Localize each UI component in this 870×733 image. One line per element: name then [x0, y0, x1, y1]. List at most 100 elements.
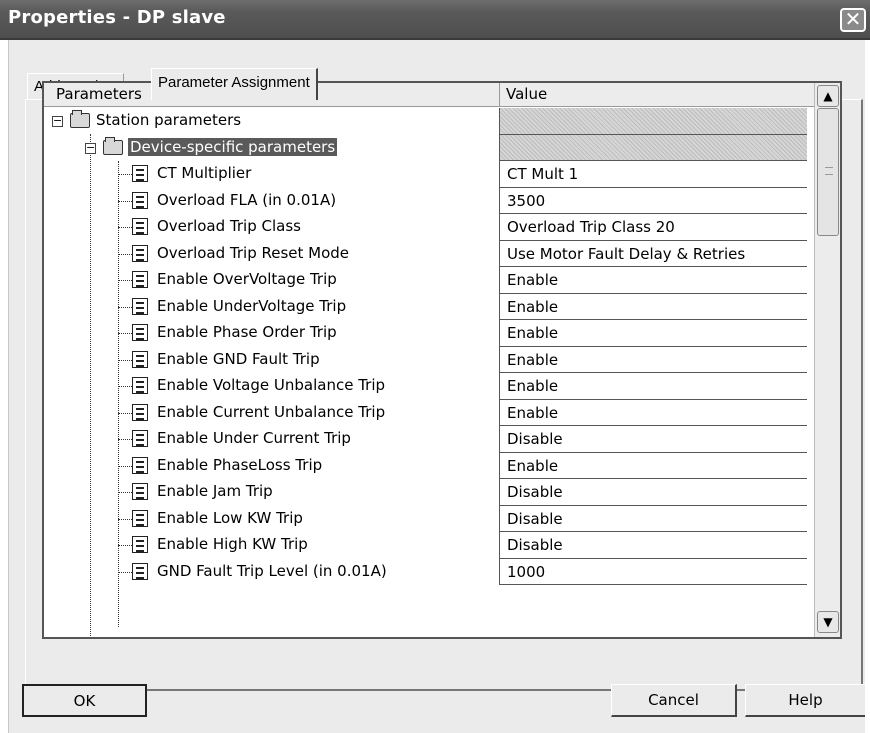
tree-connector	[118, 571, 132, 573]
tree-connector	[118, 253, 132, 255]
parameter-row[interactable]: Enable High KW Trip Disable	[44, 532, 814, 559]
parameter-icon	[132, 377, 148, 394]
parameter-value[interactable]: Overload Trip Class 20	[499, 214, 807, 241]
parameter-value[interactable]: Enable	[499, 346, 807, 373]
parameter-row[interactable]: Enable Current Unbalance Trip Enable	[44, 399, 814, 426]
parameter-row[interactable]: Enable Under Current Trip Disable	[44, 426, 814, 453]
parameter-icon	[132, 403, 148, 421]
vertical-scrollbar[interactable]: ▲ ▼	[814, 83, 840, 637]
parameter-value[interactable]: 3500	[499, 187, 807, 214]
folder-icon	[70, 110, 90, 128]
column-header-parameters[interactable]: Parameters	[56, 85, 142, 103]
parameter-row[interactable]: GND Fault Trip Level (in 0.01A) 1000	[44, 558, 814, 585]
parameter-icon	[132, 350, 148, 368]
parameter-row[interactable]: Enable GND Fault Trip Enable	[44, 346, 814, 373]
parameter-value[interactable]: Disable	[499, 479, 807, 506]
folder-icon	[103, 136, 123, 155]
parameter-icon	[132, 456, 148, 474]
column-header-value[interactable]: Value	[506, 85, 547, 103]
value-cell	[499, 108, 807, 135]
parameter-row[interactable]: Enable Phase Order Trip Enable	[44, 320, 814, 347]
parameter-label: Overload Trip Reset Mode	[157, 243, 350, 262]
parameter-value[interactable]: Disable	[499, 505, 807, 532]
parameter-label: Overload Trip Class	[157, 217, 301, 235]
parameter-row[interactable]: Enable Low KW Trip Disable	[44, 505, 814, 532]
parameter-row[interactable]: Overload FLA (in 0.01A) 3500	[44, 187, 814, 214]
parameter-row[interactable]: CT Multiplier CT Mult 1	[44, 161, 814, 188]
tree-connector	[118, 545, 132, 546]
parameter-label: CT Multiplier	[157, 164, 252, 182]
parameter-icon	[132, 483, 148, 500]
parameter-value[interactable]: Disable	[499, 426, 807, 453]
parameter-row[interactable]: Enable UnderVoltage Trip Enable	[44, 293, 814, 320]
tree-connector	[118, 412, 132, 414]
parameter-row[interactable]: Enable OverVoltage Trip Enable	[44, 267, 814, 294]
tree-connector	[118, 518, 132, 520]
parameter-value[interactable]: Enable	[499, 399, 807, 426]
grip-icon	[825, 167, 833, 175]
parameter-row[interactable]: Enable Voltage Unbalance Trip Enable	[44, 373, 814, 400]
column-divider[interactable]	[499, 83, 500, 107]
tab-parameter-assignment[interactable]: Parameter Assignment	[151, 68, 318, 100]
parameter-value[interactable]: Enable	[499, 452, 807, 479]
tree-connector	[118, 200, 132, 202]
tree-connector	[118, 465, 132, 467]
parameter-value[interactable]: 1000	[499, 558, 807, 585]
ok-button[interactable]: OK	[22, 684, 147, 717]
parameter-label: Overload FLA (in 0.01A)	[157, 190, 337, 209]
scroll-down-icon[interactable]: ▼	[817, 611, 839, 633]
parameter-icon	[132, 165, 148, 182]
parameter-row[interactable]: Overload Trip Reset Mode Use Motor Fault…	[44, 240, 814, 267]
parameter-value[interactable]: Enable	[499, 293, 807, 320]
parameter-label: Enable High KW Trip	[157, 535, 308, 553]
parameter-label: Enable Low KW Trip	[157, 508, 303, 527]
parameter-icon	[132, 218, 148, 235]
tree-row-label: Station parameters	[96, 111, 242, 129]
tree-connector	[118, 359, 132, 361]
tree-connector	[118, 386, 132, 387]
scroll-up-icon[interactable]: ▲	[817, 85, 839, 107]
tree-connector	[118, 333, 132, 334]
parameter-label: Enable Voltage Unbalance Trip	[157, 376, 386, 394]
parameter-row[interactable]: Enable PhaseLoss Trip Enable	[44, 452, 814, 479]
parameter-value[interactable]: Use Motor Fault Delay & Retries	[499, 240, 807, 267]
tree-row-station-parameters[interactable]: − Station parameters	[44, 108, 814, 135]
parameter-label: Enable UnderVoltage Trip	[157, 296, 347, 315]
parameter-value[interactable]: Enable	[499, 320, 807, 347]
tree-connector	[118, 439, 132, 440]
close-icon[interactable]: ✕	[840, 8, 866, 32]
parameter-icon	[132, 191, 148, 209]
parameter-value[interactable]: Enable	[499, 267, 807, 294]
parameter-row[interactable]: Overload Trip Class Overload Trip Class …	[44, 214, 814, 241]
cancel-button[interactable]: Cancel	[611, 684, 737, 717]
tree-connector	[118, 280, 132, 281]
tree-row-device-specific-parameters[interactable]: − Device-specific parameters	[44, 134, 814, 161]
help-button[interactable]: Help	[745, 684, 865, 717]
parameter-label: Enable Phase Order Trip	[157, 323, 337, 341]
parameter-label: Enable OverVoltage Trip	[157, 270, 337, 288]
grid-rows: − Station parameters − Device-specific p…	[44, 108, 814, 637]
parameter-icon	[132, 509, 148, 527]
parameter-label: GND Fault Trip Level (in 0.01A)	[157, 561, 387, 580]
parameter-label: Enable GND Fault Trip	[157, 349, 320, 368]
parameter-grid: Parameters Value − Station parameters − …	[42, 81, 842, 639]
parameter-label: Enable PhaseLoss Trip	[157, 455, 323, 474]
parameter-icon	[132, 297, 148, 315]
window-title: Properties - DP slave	[8, 7, 226, 28]
tree-connector	[118, 174, 132, 175]
parameter-value[interactable]: Disable	[499, 532, 807, 559]
tree-row-label: Device-specific parameters	[128, 137, 338, 156]
scroll-thumb[interactable]	[817, 108, 839, 236]
title-bar: Properties - DP slave ✕	[0, 0, 870, 40]
collapse-icon[interactable]: −	[85, 142, 96, 154]
value-cell	[499, 134, 807, 161]
parameter-icon	[132, 324, 148, 341]
collapse-icon[interactable]: −	[52, 115, 63, 127]
parameter-label: Enable Current Unbalance Trip	[157, 402, 386, 421]
parameter-icon	[132, 536, 148, 553]
parameter-row[interactable]: Enable Jam Trip Disable	[44, 479, 814, 506]
parameter-icon	[132, 244, 148, 262]
parameter-value[interactable]: Enable	[499, 373, 807, 400]
parameter-value[interactable]: CT Mult 1	[499, 161, 807, 188]
tree-connector	[118, 306, 132, 308]
